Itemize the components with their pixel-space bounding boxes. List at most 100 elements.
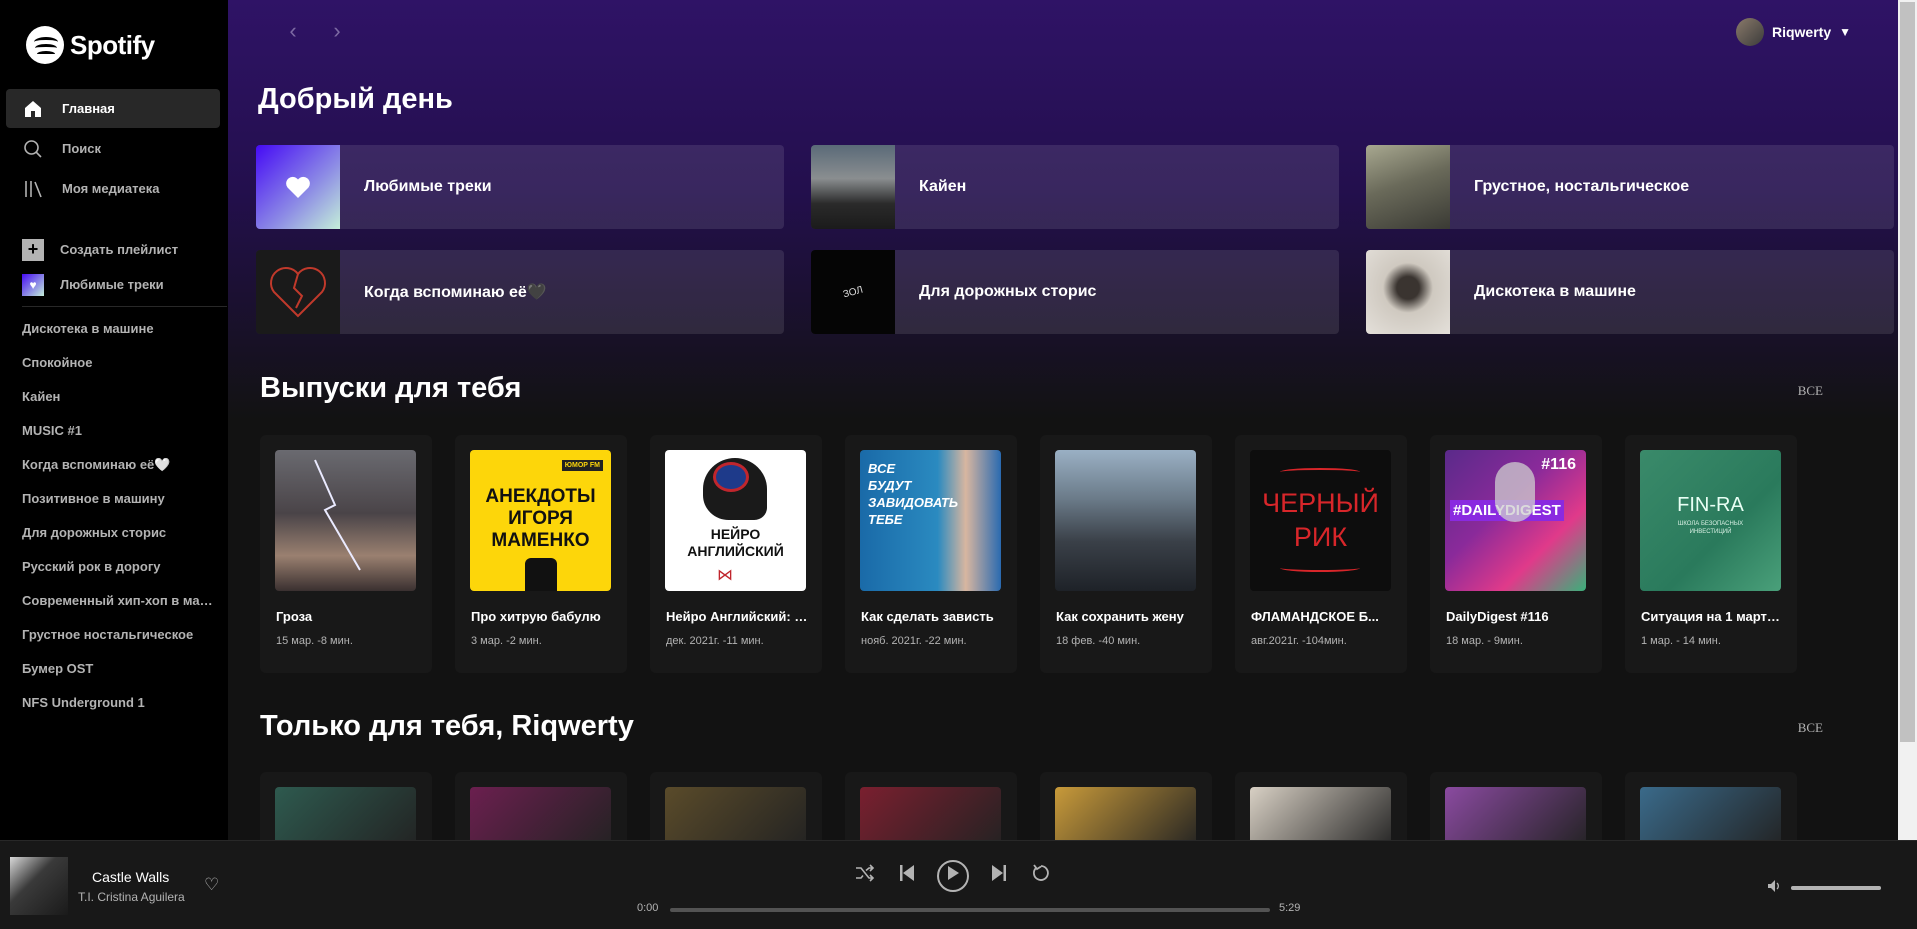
sidebar-playlist-item[interactable]: Дискотека в машине: [22, 312, 222, 346]
episode-title: DailyDigest #116: [1446, 609, 1549, 624]
mix-card[interactable]: [1235, 772, 1407, 840]
shortcut-road-stories[interactable]: ЗОЛ Для дорожных сторис: [811, 250, 1339, 334]
bow-icon: ⋈: [717, 567, 733, 584]
mix-card[interactable]: [1430, 772, 1602, 840]
episode-cover: [1055, 450, 1196, 591]
shortcut-title: Дискотека в машине: [1474, 283, 1636, 300]
shortcut-title: Любимые треки: [364, 178, 492, 195]
shortcut-disco-car[interactable]: Дискотека в машине: [1366, 250, 1894, 334]
mix-cover: [860, 787, 1001, 840]
scrollbar[interactable]: [1898, 0, 1917, 840]
shortcut-grid: Любимые треки Кайен Грустное, ностальгич…: [256, 145, 1896, 334]
sidebar-playlist-item[interactable]: NFS Underground 1: [22, 686, 222, 720]
sidebar-playlist-item[interactable]: Русский рок в дорогу: [22, 550, 222, 584]
playlist-cover: [1366, 145, 1450, 229]
create-playlist-label: Создать плейлист: [60, 242, 179, 257]
episode-card[interactable]: Как сохранить жену 18 фев. -40 мин.: [1040, 435, 1212, 673]
sidebar-playlist-item[interactable]: Кайен: [22, 380, 222, 414]
sidebar-actions: + Создать плейлист ♥ Любимые треки: [22, 232, 212, 302]
liked-songs-cover: [256, 145, 340, 229]
liked-songs-button[interactable]: ♥ Любимые треки: [22, 267, 212, 302]
episode-card[interactable]: НЕЙРО АНГЛИЙСКИЙ ⋈ Нейро Английский: как…: [650, 435, 822, 673]
episodes-row: Гроза 15 мар. -8 мин. ЮМОР FM АНЕКДОТЫ И…: [260, 435, 1797, 673]
previous-icon[interactable]: [895, 864, 919, 888]
mix-card[interactable]: [1625, 772, 1797, 840]
sidebar-playlist-item[interactable]: Для дорожных сторис: [22, 516, 222, 550]
episode-card[interactable]: ЮМОР FM АНЕКДОТЫ ИГОРЯ МАМЕНКО Про хитру…: [455, 435, 627, 673]
episode-cover: НЕЙРО АНГЛИЙСКИЙ ⋈: [665, 450, 806, 591]
cover-badge: ЮМОР FM: [561, 460, 603, 471]
episode-meta: 1 мар. - 14 мин.: [1641, 635, 1721, 647]
back-button[interactable]: ‹: [280, 18, 306, 44]
mix-card[interactable]: [260, 772, 432, 840]
nav-library[interactable]: Моя медиатека: [6, 169, 220, 208]
episode-card[interactable]: ВСЕ БУДУТ ЗАВИДОВАТЬ ТЕБЕ Как сделать за…: [845, 435, 1017, 673]
next-icon[interactable]: [987, 864, 1011, 888]
cat-icon: [525, 558, 557, 591]
mix-card[interactable]: [845, 772, 1017, 840]
episode-card[interactable]: FIN-RA ШКОЛА БЕЗОПАСНЫХ ИНВЕСТИЦИЙ Ситуа…: [1625, 435, 1797, 673]
like-button[interactable]: ♡: [204, 875, 219, 895]
volume-fill: [1791, 886, 1881, 890]
episode-cover: ЮМОР FM АНЕКДОТЫ ИГОРЯ МАМЕНКО: [470, 450, 611, 591]
time-elapsed: 0:00: [637, 902, 659, 914]
mix-card[interactable]: [650, 772, 822, 840]
shortcut-liked-songs[interactable]: Любимые треки: [256, 145, 784, 229]
sidebar-playlist-item[interactable]: Грустное ностальгическое: [22, 618, 222, 652]
episode-card[interactable]: Гроза 15 мар. -8 мин.: [260, 435, 432, 673]
episode-meta: 3 мар. -2 мин.: [471, 635, 542, 647]
nav-home-label: Главная: [62, 101, 115, 116]
user-menu[interactable]: Riqwerty ▼: [1735, 18, 1851, 46]
now-playing-artist[interactable]: T.I. Cristina Aguilera: [78, 890, 185, 904]
sidebar-playlist-item[interactable]: Позитивное в машину: [22, 482, 222, 516]
section-title-made-for: Только для тебя, Riqwerty: [260, 710, 634, 742]
sidebar-playlist-item[interactable]: Спокойное: [22, 346, 222, 380]
nav-search-label: Поиск: [62, 141, 102, 156]
sidebar-playlist-item[interactable]: Современный хип-хоп в машину: [22, 584, 222, 618]
shortcut-when-i-remember[interactable]: Когда вспоминаю её🖤: [256, 250, 784, 334]
shortcut-title: Кайен: [919, 178, 967, 195]
progress-bar[interactable]: [670, 908, 1270, 912]
episode-title: Гроза: [276, 609, 313, 624]
liked-songs-label: Любимые треки: [60, 277, 164, 292]
mix-card[interactable]: [1040, 772, 1212, 840]
episode-title: Ситуация на 1 марта 2022: [1641, 609, 1786, 624]
nav-search[interactable]: Поиск: [6, 129, 220, 168]
shortcut-sad-nostalgic[interactable]: Грустное, ностальгическое: [1366, 145, 1894, 229]
sidebar-playlist-item[interactable]: MUSIC #1: [22, 414, 222, 448]
cover-logo: ЗОЛ: [841, 284, 865, 300]
ornament-icon: [1280, 564, 1360, 572]
spotify-logo[interactable]: Spotify: [26, 26, 155, 64]
episode-card[interactable]: #116 #DAILYDIGEST DailyDigest #116 18 ма…: [1430, 435, 1602, 673]
sidebar-playlist-item[interactable]: Когда вспоминаю её🤍: [22, 448, 222, 482]
heart-icon: [286, 176, 310, 198]
sidebar-playlist-item[interactable]: Бумер OST: [22, 652, 222, 686]
nav-home[interactable]: Главная: [6, 89, 220, 128]
mix-card[interactable]: [455, 772, 627, 840]
episode-meta: 15 мар. -8 мин.: [276, 635, 353, 647]
volume-icon[interactable]: [1767, 879, 1781, 896]
episode-cover: #116 #DAILYDIGEST: [1445, 450, 1586, 591]
volume-slider[interactable]: [1791, 886, 1881, 890]
playback-controls: [853, 860, 1053, 892]
now-playing-title[interactable]: Castle Walls: [92, 869, 169, 885]
spotify-logo-icon: [26, 26, 64, 64]
create-playlist-button[interactable]: + Создать плейлист: [22, 232, 212, 267]
mix-cover: [1250, 787, 1391, 840]
episode-card[interactable]: ЧЕРНЫЙ РИК ФЛАМАНДСКОЕ Б... авг.2021г. -…: [1235, 435, 1407, 673]
see-all-made-for-link[interactable]: ВСЕ: [1798, 720, 1823, 736]
episode-title: Как сохранить жену: [1056, 609, 1184, 624]
sidebar: Spotify Главная Поиск Моя медиатека + Со…: [0, 0, 228, 840]
play-button[interactable]: [937, 860, 969, 892]
now-playing-cover[interactable]: [10, 857, 68, 915]
history-nav: ‹ ›: [280, 18, 350, 44]
shuffle-icon[interactable]: [853, 864, 877, 888]
mix-cover: [470, 787, 611, 840]
scrollbar-thumb[interactable]: [1900, 2, 1915, 742]
forward-button[interactable]: ›: [324, 18, 350, 44]
see-all-episodes-link[interactable]: ВСЕ: [1798, 383, 1823, 399]
repeat-icon[interactable]: [1029, 864, 1053, 888]
chevron-down-icon: ▼: [1839, 25, 1851, 39]
shortcut-kayen[interactable]: Кайен: [811, 145, 1339, 229]
track-duration: 5:29: [1279, 902, 1301, 914]
